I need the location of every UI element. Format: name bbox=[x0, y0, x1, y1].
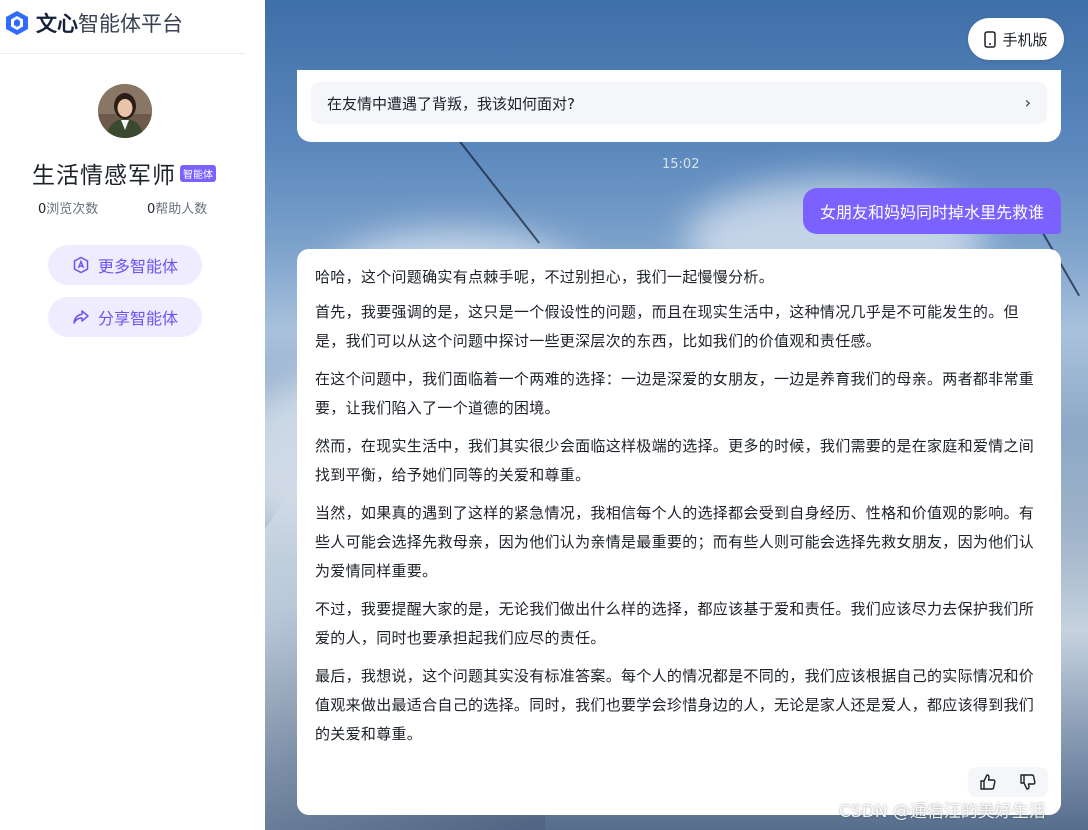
views-stat: 0浏览次数 bbox=[38, 198, 98, 217]
thumbs-down-icon[interactable] bbox=[1019, 773, 1037, 791]
agent-a-icon bbox=[73, 256, 89, 274]
suggestion-card: 在友情中遭遇了背叛，我该如何面对? › bbox=[297, 70, 1061, 142]
phone-icon bbox=[984, 30, 997, 48]
share-agent-button[interactable]: 分享智能体 bbox=[48, 297, 202, 337]
brand-name-strong: 文心 bbox=[36, 12, 78, 36]
wenxin-logo-icon bbox=[6, 11, 28, 35]
share-icon bbox=[73, 310, 89, 324]
chat-area: 手机版 在友情中遭遇了背叛，我该如何面对? › 15:02 女朋友和妈妈同时掉水… bbox=[265, 0, 1088, 830]
suggested-question-text: 在友情中遭遇了背叛，我该如何面对? bbox=[327, 94, 575, 113]
watermark: CSDN @通信汪的美好生活 bbox=[839, 802, 1046, 822]
sidebar: 文心 智能体平台 生活情感军师 智能体 0浏览次数 0帮助人数 更多智能体 分享… bbox=[0, 0, 265, 830]
agent-avatar bbox=[98, 84, 152, 138]
helped-label: 帮助人数 bbox=[155, 202, 208, 217]
answer-paragraph: 然而，在现实生活中，我们其实很少会面临这样极端的选择。更多的时候，我们需要的是在… bbox=[315, 437, 1035, 484]
mobile-version-button[interactable]: 手机版 bbox=[968, 18, 1064, 60]
more-agents-label: 更多智能体 bbox=[97, 257, 178, 276]
user-message: 女朋友和妈妈同时掉水里先救谁 bbox=[803, 188, 1061, 234]
feedback-bar bbox=[968, 767, 1048, 797]
agent-badge: 智能体 bbox=[180, 164, 216, 182]
divider bbox=[0, 53, 245, 54]
views-label: 浏览次数 bbox=[46, 202, 99, 217]
message-timestamp: 15:02 bbox=[662, 157, 700, 172]
share-agent-label: 分享智能体 bbox=[97, 309, 178, 328]
answer-paragraph: 在这个问题中，我们面临着一个两难的选择：一边是深爱的女朋友，一边是养育我们的母亲… bbox=[315, 370, 1035, 417]
answer-paragraph: 最后，我想说，这个问题其实没有标准答案。每个人的情况都是不同的，我们应该根据自己… bbox=[315, 667, 1035, 743]
agent-name: 生活情感军师 bbox=[32, 163, 176, 189]
helped-stat: 0帮助人数 bbox=[147, 198, 207, 217]
answer-paragraph: 当然，如果真的遇到了这样的紧急情况，我相信每个人的选择都会受到自身经历、性格和价… bbox=[315, 504, 1035, 580]
thumbs-up-icon[interactable] bbox=[979, 773, 997, 791]
assistant-answer: 哈哈，这个问题确实有点棘手呢，不过别担心，我们一起慢慢分析。 首先，我要强调的是… bbox=[297, 249, 1061, 815]
mobile-version-label: 手机版 bbox=[1002, 30, 1048, 49]
chevron-right-icon: › bbox=[1024, 93, 1031, 112]
agent-title-row: 生活情感军师 智能体 bbox=[32, 156, 216, 190]
suggested-question[interactable]: 在友情中遭遇了背叛，我该如何面对? › bbox=[311, 82, 1047, 124]
answer-paragraph: 首先，我要强调的是，这只是一个假设性的问题，而且在现实生活中，这种情况几乎是不可… bbox=[315, 303, 1019, 350]
brand-name-rest: 智能体平台 bbox=[78, 12, 183, 36]
answer-paragraph: 不过，我要提醒大家的是，无论我们做出什么样的选择，都应该基于爱和责任。我们应该尽… bbox=[315, 600, 1035, 647]
more-agents-button[interactable]: 更多智能体 bbox=[48, 245, 202, 285]
background-wire bbox=[458, 140, 541, 244]
answer-paragraph: 哈哈，这个问题确实有点棘手呢，不过别担心，我们一起慢慢分析。 bbox=[315, 268, 775, 286]
brand-logo-area[interactable]: 文心 智能体平台 bbox=[4, 8, 183, 38]
